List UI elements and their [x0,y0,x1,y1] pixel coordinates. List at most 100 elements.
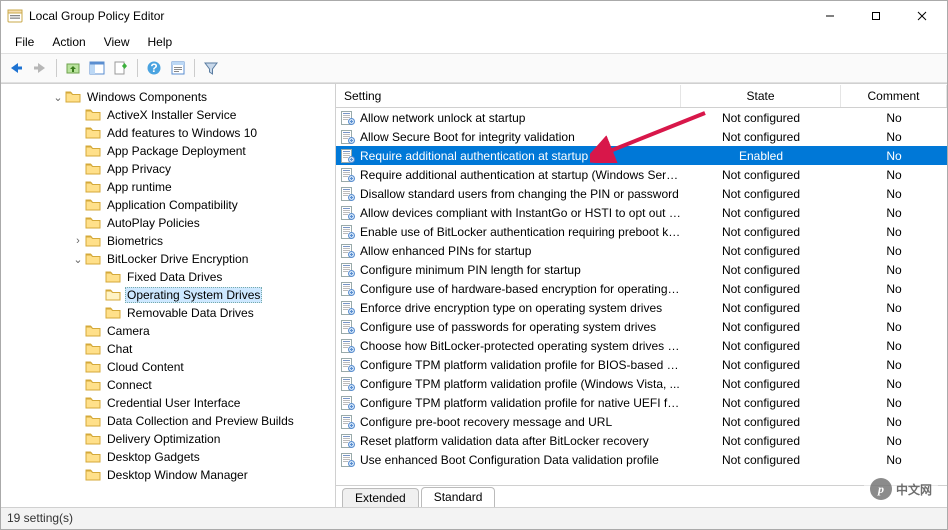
tree-label: Biometrics [105,234,165,248]
tree-item[interactable]: Add features to Windows 10 [1,124,335,142]
tree-item[interactable]: › Biometrics [1,232,335,250]
setting-row[interactable]: Allow devices compliant with InstantGo o… [336,203,947,222]
setting-row[interactable]: Configure pre-boot recovery message and … [336,412,947,431]
tree-item[interactable]: Desktop Gadgets [1,448,335,466]
setting-comment: No [841,377,947,391]
tree-item[interactable]: Operating System Drives [1,286,335,304]
setting-row[interactable]: Enforce drive encryption type on operati… [336,298,947,317]
tree-label: Fixed Data Drives [125,270,224,284]
tree-item[interactable]: App Package Deployment [1,142,335,160]
tree-item[interactable]: Delivery Optimization [1,430,335,448]
setting-row[interactable]: Disallow standard users from changing th… [336,184,947,203]
tree-item[interactable]: Connect [1,376,335,394]
setting-row[interactable]: Use enhanced Boot Configuration Data val… [336,450,947,469]
tree-item[interactable]: ⌄Windows Components [1,88,335,106]
setting-comment: No [841,225,947,239]
setting-name: Configure pre-boot recovery message and … [360,415,681,429]
setting-row[interactable]: Choose how BitLocker-protected operating… [336,336,947,355]
menu-view[interactable]: View [96,33,138,51]
close-button[interactable] [899,1,945,31]
setting-row[interactable]: Configure TPM platform validation profil… [336,374,947,393]
settings-list[interactable]: Allow network unlock at startupNot confi… [336,108,947,485]
expand-icon[interactable]: ⌄ [71,253,85,266]
setting-name: Use enhanced Boot Configuration Data val… [360,453,681,467]
setting-comment: No [841,358,947,372]
help-button[interactable]: ? [143,57,165,79]
setting-state: Not configured [681,320,841,334]
tree-item[interactable]: Cloud Content [1,358,335,376]
col-comment[interactable]: Comment [841,85,947,107]
tree-label: Credential User Interface [105,396,242,410]
setting-row[interactable]: Configure use of passwords for operating… [336,317,947,336]
setting-name: Disallow standard users from changing th… [360,187,681,201]
expand-icon[interactable]: › [71,235,85,247]
tree-label: Delivery Optimization [105,432,222,446]
setting-row[interactable]: Reset platform validation data after Bit… [336,431,947,450]
menu-action[interactable]: Action [44,33,93,51]
setting-comment: No [841,187,947,201]
setting-row[interactable]: Allow network unlock at startupNot confi… [336,108,947,127]
tree-label: App Package Deployment [105,144,248,158]
setting-state: Not configured [681,434,841,448]
tree-item[interactable]: Fixed Data Drives [1,268,335,286]
show-hide-tree-button[interactable] [86,57,108,79]
setting-name: Reset platform validation data after Bit… [360,434,681,448]
col-setting[interactable]: Setting [336,85,681,107]
setting-state: Enabled [681,149,841,163]
tree-label: BitLocker Drive Encryption [105,252,250,266]
setting-comment: No [841,301,947,315]
tree-item[interactable]: Data Collection and Preview Builds [1,412,335,430]
tree-item[interactable]: Credential User Interface [1,394,335,412]
tree-label: Removable Data Drives [125,306,256,320]
setting-row[interactable]: Configure TPM platform validation profil… [336,355,947,374]
properties-button[interactable] [167,57,189,79]
tab-standard[interactable]: Standard [421,487,496,507]
tree-item[interactable]: Removable Data Drives [1,304,335,322]
back-button[interactable] [5,57,27,79]
menu-help[interactable]: Help [140,33,181,51]
setting-row[interactable]: Configure TPM platform validation profil… [336,393,947,412]
watermark-text: 中文网 [896,481,932,498]
setting-row[interactable]: Configure use of hardware-based encrypti… [336,279,947,298]
maximize-button[interactable] [853,1,899,31]
setting-row[interactable]: Enable use of BitLocker authentication r… [336,222,947,241]
setting-comment: No [841,244,947,258]
tree-pane[interactable]: ⌄Windows Components ActiveX Installer Ser… [1,84,336,507]
tabs-bar: Extended Standard [336,485,947,507]
tree-item[interactable]: ⌄ BitLocker Drive Encryption [1,250,335,268]
up-button[interactable] [62,57,84,79]
setting-state: Not configured [681,168,841,182]
setting-comment: No [841,434,947,448]
setting-row[interactable]: Allow Secure Boot for integrity validati… [336,127,947,146]
titlebar: Local Group Policy Editor [1,1,947,31]
tree-label: Application Compatibility [105,198,240,212]
setting-state: Not configured [681,206,841,220]
tree-item[interactable]: Camera [1,322,335,340]
tree-item[interactable]: Desktop Window Manager [1,466,335,484]
menu-file[interactable]: File [7,33,42,51]
expand-icon[interactable]: ⌄ [51,91,65,104]
export-button[interactable] [110,57,132,79]
filter-button[interactable] [200,57,222,79]
tree-item[interactable]: App runtime [1,178,335,196]
setting-row[interactable]: Allow enhanced PINs for startupNot confi… [336,241,947,260]
tree-label: ActiveX Installer Service [105,108,238,122]
col-state[interactable]: State [681,85,841,107]
tree-item[interactable]: App Privacy [1,160,335,178]
setting-row[interactable]: Require additional authentication at sta… [336,146,947,165]
minimize-button[interactable] [807,1,853,31]
forward-button[interactable] [29,57,51,79]
svg-text:?: ? [150,61,157,75]
setting-name: Enforce drive encryption type on operati… [360,301,681,315]
window: Local Group Policy Editor File Action Vi… [0,0,948,530]
tree-item[interactable]: AutoPlay Policies [1,214,335,232]
tree-label: AutoPlay Policies [105,216,202,230]
setting-row[interactable]: Require additional authentication at sta… [336,165,947,184]
tab-extended[interactable]: Extended [342,488,419,507]
setting-row[interactable]: Configure minimum PIN length for startup… [336,260,947,279]
column-headers[interactable]: Setting State Comment [336,84,947,108]
tree-item[interactable]: Application Compatibility [1,196,335,214]
setting-state: Not configured [681,358,841,372]
tree-item[interactable]: ActiveX Installer Service [1,106,335,124]
tree-item[interactable]: Chat [1,340,335,358]
